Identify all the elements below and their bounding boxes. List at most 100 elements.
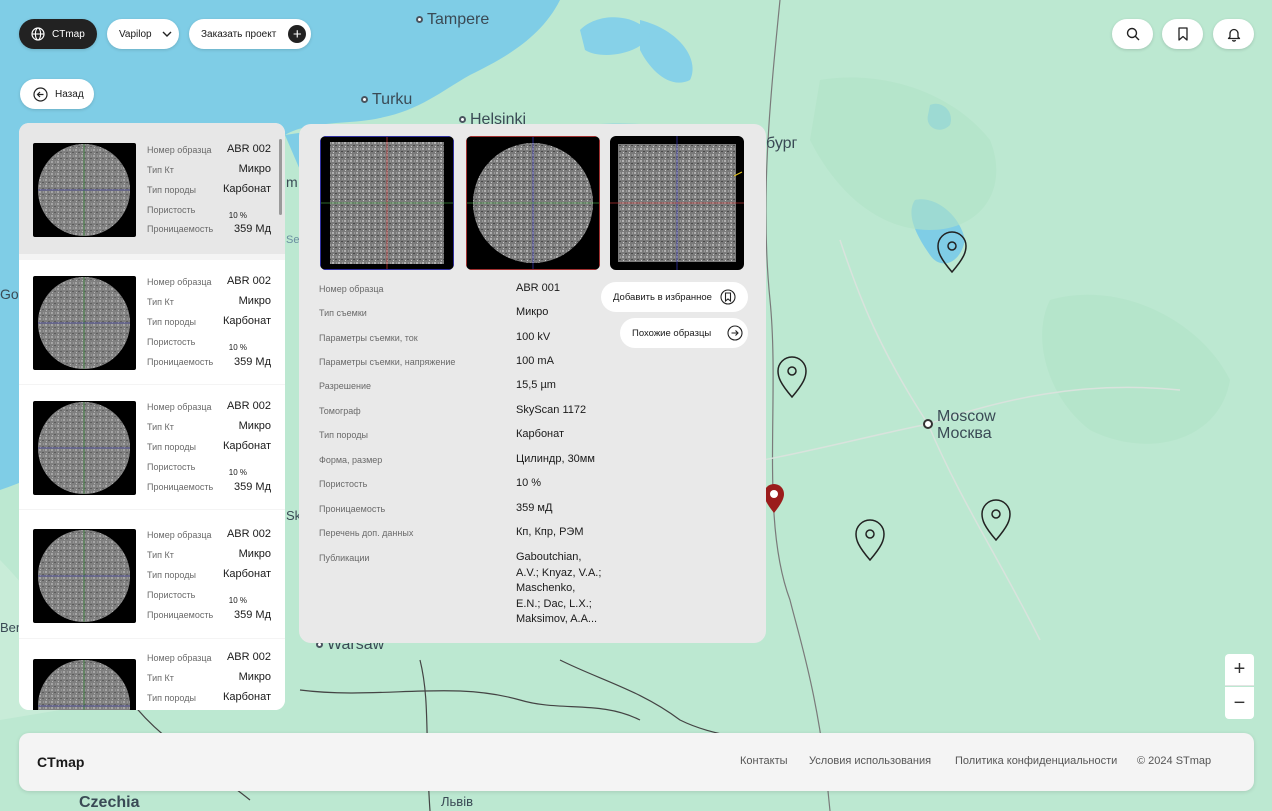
detail-value: Микро xyxy=(516,306,549,318)
sample-thumbnail xyxy=(33,529,136,623)
rock-type-value: Карбонат xyxy=(222,691,271,703)
footer-link-privacy[interactable]: Политика конфиденциальности xyxy=(955,755,1117,767)
porosity-label: Пористость xyxy=(147,462,196,472)
search-icon xyxy=(1126,27,1139,41)
publications-value: Gaboutchian, A.V.; Knyaz, V.A.; Maschenk… xyxy=(516,551,602,625)
permeability-label: Проницаемость xyxy=(147,610,214,620)
footer-link-contacts[interactable]: Контакты xyxy=(740,755,788,767)
brand-label: CTmap xyxy=(52,28,85,40)
minus-icon: − xyxy=(1233,691,1246,714)
ct-scan-3d-image[interactable] xyxy=(610,136,744,270)
sample-id-label: Номер образца xyxy=(147,653,212,663)
detail-label: Тип съемки xyxy=(319,308,367,318)
porosity-value: 10 % xyxy=(228,468,247,477)
detail-value: 100 mA xyxy=(516,355,554,367)
ct-type-value: Микро xyxy=(238,548,271,560)
zoom-in-button[interactable]: + xyxy=(1225,654,1254,686)
detail-label: Тип породы xyxy=(319,430,368,440)
rock-type-label: Тип породы xyxy=(147,570,196,580)
footer-copyright: © 2024 STmap xyxy=(1137,755,1212,767)
globe-icon xyxy=(31,27,45,41)
brand-button[interactable]: CTmap xyxy=(19,19,97,49)
add-to-favorites-button[interactable]: Добавить в избранное xyxy=(601,282,748,312)
ct-type-value: Микро xyxy=(238,163,271,175)
detail-label: Томограф xyxy=(319,406,361,416)
detail-label: Проницаемость xyxy=(319,504,386,514)
sample-thumbnail xyxy=(33,659,136,710)
porosity-value: 10 % xyxy=(228,343,247,352)
sample-id-value: ABR 002 xyxy=(226,651,271,663)
map-label: бург xyxy=(766,135,798,152)
porosity-label: Пористость xyxy=(147,205,196,215)
detail-value: SkyScan 1172 xyxy=(516,404,587,416)
map-label: Turku xyxy=(361,91,412,109)
permeability-value: 359 Мд xyxy=(234,609,271,621)
sample-card[interactable]: Номер образца ABR 002 Тип Кт Микро Тип п… xyxy=(19,385,285,509)
map-label: Moscow xyxy=(937,408,996,425)
sample-id-value: ABR 002 xyxy=(226,400,271,412)
similar-samples-button[interactable]: Похожие образцы xyxy=(620,318,748,348)
search-button[interactable] xyxy=(1112,19,1153,49)
detail-label: Параметры съемки, ток xyxy=(319,333,418,343)
sample-list[interactable]: Номер образца ABR 002 Тип Кт Микро Тип п… xyxy=(19,123,285,710)
sample-thumbnail xyxy=(33,401,136,495)
sample-thumbnail xyxy=(33,276,136,370)
order-label: Заказать проект xyxy=(201,28,277,40)
bookmarks-button[interactable] xyxy=(1162,19,1203,49)
permeability-value: 359 Мд xyxy=(234,481,271,493)
region-dropdown[interactable]: Vapilop xyxy=(107,19,179,49)
list-scrollbar[interactable] xyxy=(279,139,282,215)
ct-type-label: Тип Кт xyxy=(147,165,174,175)
bookmark-icon xyxy=(1177,27,1188,41)
sample-id-label: Номер образца xyxy=(147,145,212,155)
arrow-right-icon xyxy=(727,325,743,341)
footer-link-terms[interactable]: Условия использования xyxy=(809,755,931,767)
detail-label: Перечень доп. данных xyxy=(319,528,414,538)
ct-scan-slice-image[interactable] xyxy=(320,136,454,270)
detail-value: 10 % xyxy=(516,477,542,489)
sample-card[interactable]: Номер образца ABR 002 Тип Кт Микро Тип п… xyxy=(19,639,285,710)
ct-scan-cross-section-image[interactable] xyxy=(466,136,600,270)
zoom-out-button[interactable]: − xyxy=(1225,687,1254,719)
arrow-left-icon xyxy=(33,86,48,102)
rock-type-value: Карбонат xyxy=(222,568,271,580)
sample-card[interactable]: Номер образца ABR 002 Тип Кт Микро Тип п… xyxy=(19,510,285,638)
permeability-label: Проницаемость xyxy=(147,224,214,234)
detail-label: Номер образца xyxy=(319,284,384,294)
detail-value: Карбонат xyxy=(516,428,565,440)
detail-value: ABR 001 xyxy=(516,282,561,294)
rock-type-label: Тип породы xyxy=(147,317,196,327)
sample-thumbnail xyxy=(33,143,136,237)
sample-card[interactable]: Номер образца ABR 002 Тип Кт Микро Тип п… xyxy=(19,123,285,254)
back-button[interactable]: Назад xyxy=(20,79,94,109)
plus-icon: + xyxy=(288,25,307,43)
permeability-value: 359 Мд xyxy=(234,356,271,368)
rock-type-label: Тип породы xyxy=(147,442,196,452)
porosity-value: 10 % xyxy=(228,211,247,220)
order-project-button[interactable]: Заказать проект + xyxy=(189,19,311,49)
detail-label: Публикации xyxy=(319,553,370,563)
sample-card[interactable]: Номер образца ABR 002 Тип Кт Микро Тип п… xyxy=(19,260,285,384)
ct-type-label: Тип Кт xyxy=(147,297,174,307)
bookmark-icon xyxy=(720,289,736,305)
rock-type-label: Тип породы xyxy=(147,693,196,703)
similar-label: Похожие образцы xyxy=(632,327,712,339)
map-label: m xyxy=(286,174,298,190)
detail-value: Цилиндр, 30мм xyxy=(516,453,595,465)
ct-type-label: Тип Кт xyxy=(147,550,174,560)
porosity-label: Пористость xyxy=(147,337,196,347)
plus-icon: + xyxy=(1233,658,1246,680)
map-label: Czechia xyxy=(79,794,140,811)
map-label: Львів xyxy=(441,794,474,809)
rock-type-value: Карбонат xyxy=(222,440,271,452)
sample-id-label: Номер образца xyxy=(147,402,212,412)
permeability-label: Проницаемость xyxy=(147,482,214,492)
ct-type-value: Микро xyxy=(238,420,271,432)
notifications-button[interactable] xyxy=(1213,19,1254,49)
bell-icon xyxy=(1227,28,1240,42)
sample-id-value: ABR 002 xyxy=(226,143,271,155)
ct-type-value: Микро xyxy=(238,295,271,307)
permeability-value: 359 Мд xyxy=(234,223,271,235)
detail-label: Параметры съемки, напряжение xyxy=(319,357,456,367)
detail-value: 100 kV xyxy=(516,331,551,343)
